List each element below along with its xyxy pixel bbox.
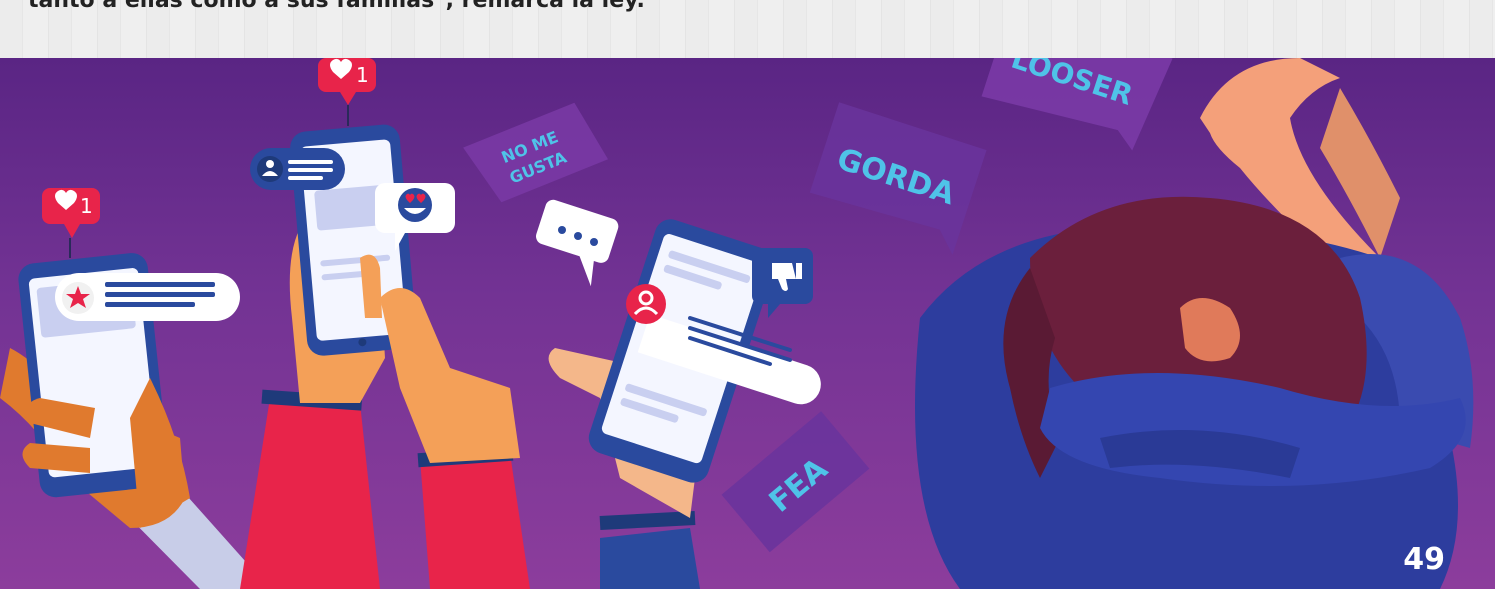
phone-middle bbox=[240, 124, 530, 589]
heart-eyes-emoji-icon bbox=[398, 188, 432, 222]
page-number: 49 bbox=[1403, 542, 1445, 577]
girl-figure bbox=[915, 58, 1474, 589]
like-count-middle: 1 bbox=[356, 63, 369, 87]
phone-left bbox=[0, 253, 270, 589]
header-strip: tanto a ellas como a sus familias", rema… bbox=[0, 0, 1495, 58]
caption-text: tanto a ellas como a sus familias", rema… bbox=[28, 0, 645, 13]
illustration: 1 1 NO ME GUSTA GORDA LOOSER FEA 49 bbox=[0, 58, 1495, 589]
tag-fea: FEA bbox=[721, 411, 870, 553]
tag-gorda: GORDA bbox=[809, 102, 987, 255]
tag-looser: LOOSER bbox=[981, 58, 1173, 151]
like-badge-middle: 1 bbox=[318, 58, 376, 126]
like-count-left: 1 bbox=[80, 194, 93, 218]
tag-no-me-gusta: NO ME GUSTA bbox=[463, 102, 609, 203]
ellipsis-bubble bbox=[536, 199, 619, 287]
illustration-svg: 1 1 NO ME GUSTA GORDA LOOSER FEA bbox=[0, 58, 1474, 589]
like-badge-left: 1 bbox=[42, 188, 100, 258]
